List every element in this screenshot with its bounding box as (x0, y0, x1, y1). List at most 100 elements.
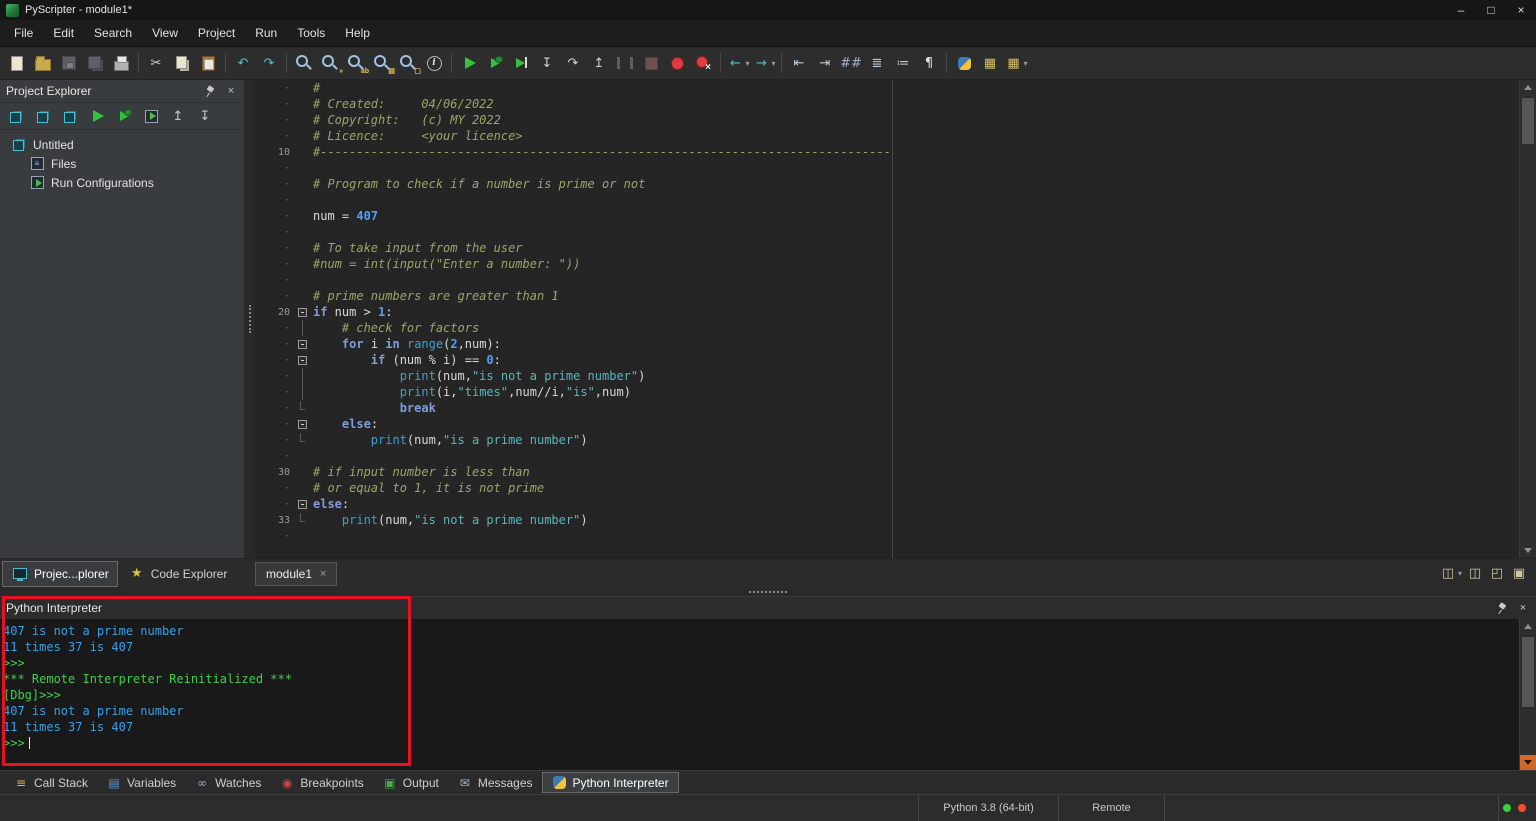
undo-button[interactable]: ↶ (231, 51, 255, 75)
dedent-block-button[interactable]: ⇤ (787, 51, 811, 75)
interpreter-scroll-track[interactable] (1520, 634, 1536, 755)
maximize-editor-button[interactable]: ▣ (1510, 565, 1528, 583)
project-run-configuration-button[interactable] (139, 104, 163, 128)
debug-project-button[interactable] (112, 104, 136, 128)
copy-button[interactable] (170, 51, 194, 75)
tab-breakpoints[interactable]: ◉Breakpoints (270, 772, 372, 793)
special-chars-button[interactable]: ¶ (917, 51, 941, 75)
minimize-button[interactable]: – (1446, 0, 1476, 20)
tree-item-files[interactable]: Files (0, 154, 244, 173)
run-to-cursor-button[interactable] (509, 51, 533, 75)
scroll-up-button[interactable] (1520, 80, 1536, 95)
syntax-check-button[interactable] (422, 51, 446, 75)
scroll-down-button[interactable] (1520, 755, 1536, 770)
menu-help[interactable]: Help (335, 20, 380, 46)
tab-messages[interactable]: ✉Messages (448, 772, 542, 793)
toggle-breakpoint-button[interactable] (665, 51, 689, 75)
menu-file[interactable]: File (4, 20, 43, 46)
stop-button[interactable] (639, 51, 663, 75)
horizontal-splitter[interactable] (0, 588, 1536, 596)
tab-python-interpreter[interactable]: Python Interpreter (542, 772, 679, 793)
tree-item-untitled[interactable]: Untitled (0, 135, 244, 154)
tab-variables[interactable]: ▤Variables (97, 772, 185, 793)
menu-search[interactable]: Search (84, 20, 142, 46)
expand-all-button[interactable]: ↧ (193, 104, 217, 128)
fold-marker[interactable] (295, 336, 309, 352)
vertical-splitter[interactable] (245, 80, 255, 558)
navigate-forward-button[interactable]: →▾ (752, 51, 776, 75)
line-number: 30 (255, 467, 295, 478)
replace-button[interactable]: ab (344, 51, 368, 75)
detach-editor-button[interactable]: ◰ (1488, 565, 1506, 583)
redo-button[interactable]: ↷ (257, 51, 281, 75)
step-into-button[interactable]: ↧ (535, 51, 559, 75)
project-explorer-pin-button[interactable] (202, 84, 216, 98)
maximize-button[interactable]: □ (1476, 0, 1506, 20)
python-versions-button[interactable] (952, 51, 976, 75)
clear-breakpoints-button[interactable] (691, 51, 715, 75)
scroll-down-button[interactable] (1520, 543, 1536, 558)
tab-code-explorer[interactable]: ★Code Explorer (120, 562, 236, 586)
open-file-button[interactable] (31, 51, 55, 75)
interpreter-scrollbar[interactable] (1519, 619, 1536, 770)
tab-output[interactable]: ▣Output (373, 772, 448, 793)
run-button[interactable] (457, 51, 481, 75)
collapse-all-button[interactable]: ↥ (166, 104, 190, 128)
close-button[interactable]: × (1506, 0, 1536, 20)
step-out-button[interactable]: ↥ (587, 51, 611, 75)
interpreter-output[interactable]: 407 is not a prime number11 times 37 is … (0, 619, 1519, 770)
find-next-button[interactable]: » (318, 51, 342, 75)
tab-list-button[interactable]: ◫▾ (1439, 565, 1462, 583)
editor-scroll-track[interactable] (1520, 95, 1536, 543)
fold-marker[interactable] (295, 496, 309, 512)
interpreter-pin-button[interactable] (1494, 601, 1508, 615)
editor-tab-module1[interactable]: module1× (255, 562, 337, 586)
open-project-button[interactable] (31, 104, 55, 128)
indent-block-button[interactable]: ⇥ (813, 51, 837, 75)
word-wrap-button[interactable]: ≔ (891, 51, 915, 75)
find-in-files-button[interactable]: ▤ (370, 51, 394, 75)
tab-projec-plorer[interactable]: Projec...plorer (2, 561, 118, 587)
line-number: · (255, 483, 295, 494)
new-file-button[interactable] (5, 51, 29, 75)
highlight-search-button[interactable]: ▢ (396, 51, 420, 75)
save-file-button[interactable] (57, 51, 81, 75)
navigate-back-button[interactable]: ←▾ (726, 51, 750, 75)
save-all-button[interactable] (83, 51, 107, 75)
run-project-button[interactable] (85, 104, 109, 128)
layout-options-button[interactable]: ▦▾ (1004, 51, 1028, 75)
close-tab-icon[interactable]: × (320, 568, 326, 580)
toggle-comment-button[interactable]: ## (839, 51, 863, 75)
interpreter-scroll-thumb[interactable] (1522, 637, 1534, 707)
fold-marker[interactable] (295, 352, 309, 368)
tab-call-stack[interactable]: ≡Call Stack (4, 772, 97, 793)
cut-button[interactable]: ✂ (144, 51, 168, 75)
editor-scrollbar[interactable] (1519, 80, 1536, 558)
menu-edit[interactable]: Edit (43, 20, 84, 46)
layouts-button[interactable]: ▦ (978, 51, 1002, 75)
fold-marker[interactable] (295, 416, 309, 432)
paste-button[interactable] (196, 51, 220, 75)
tree-item-run-configurations[interactable]: Run Configurations (0, 173, 244, 192)
code-editor[interactable]: ·#·# Created: 04/06/2022·# Copyright: (c… (255, 80, 1519, 558)
menu-tools[interactable]: Tools (287, 20, 335, 46)
menu-project[interactable]: Project (188, 20, 245, 46)
menu-view[interactable]: View (142, 20, 188, 46)
line-numbers-button[interactable]: ≣ (865, 51, 889, 75)
find-button[interactable] (292, 51, 316, 75)
debug-button[interactable] (483, 51, 507, 75)
scroll-up-button[interactable] (1520, 619, 1536, 634)
fold-marker[interactable] (295, 304, 309, 320)
project-explorer-close-button[interactable]: × (224, 84, 238, 98)
pause-button[interactable] (613, 51, 637, 75)
save-project-button[interactable] (58, 104, 82, 128)
menu-run[interactable]: Run (245, 20, 287, 46)
interpreter-close-button[interactable]: × (1516, 601, 1530, 615)
tab-watches[interactable]: ∞Watches (185, 772, 270, 793)
print-button[interactable] (109, 51, 133, 75)
step-over-button[interactable]: ↷ (561, 51, 585, 75)
fold-marker (295, 320, 309, 336)
new-editor-tab-button[interactable]: ◫ (1466, 565, 1484, 583)
new-project-button[interactable] (4, 104, 28, 128)
editor-scroll-thumb[interactable] (1522, 98, 1534, 144)
